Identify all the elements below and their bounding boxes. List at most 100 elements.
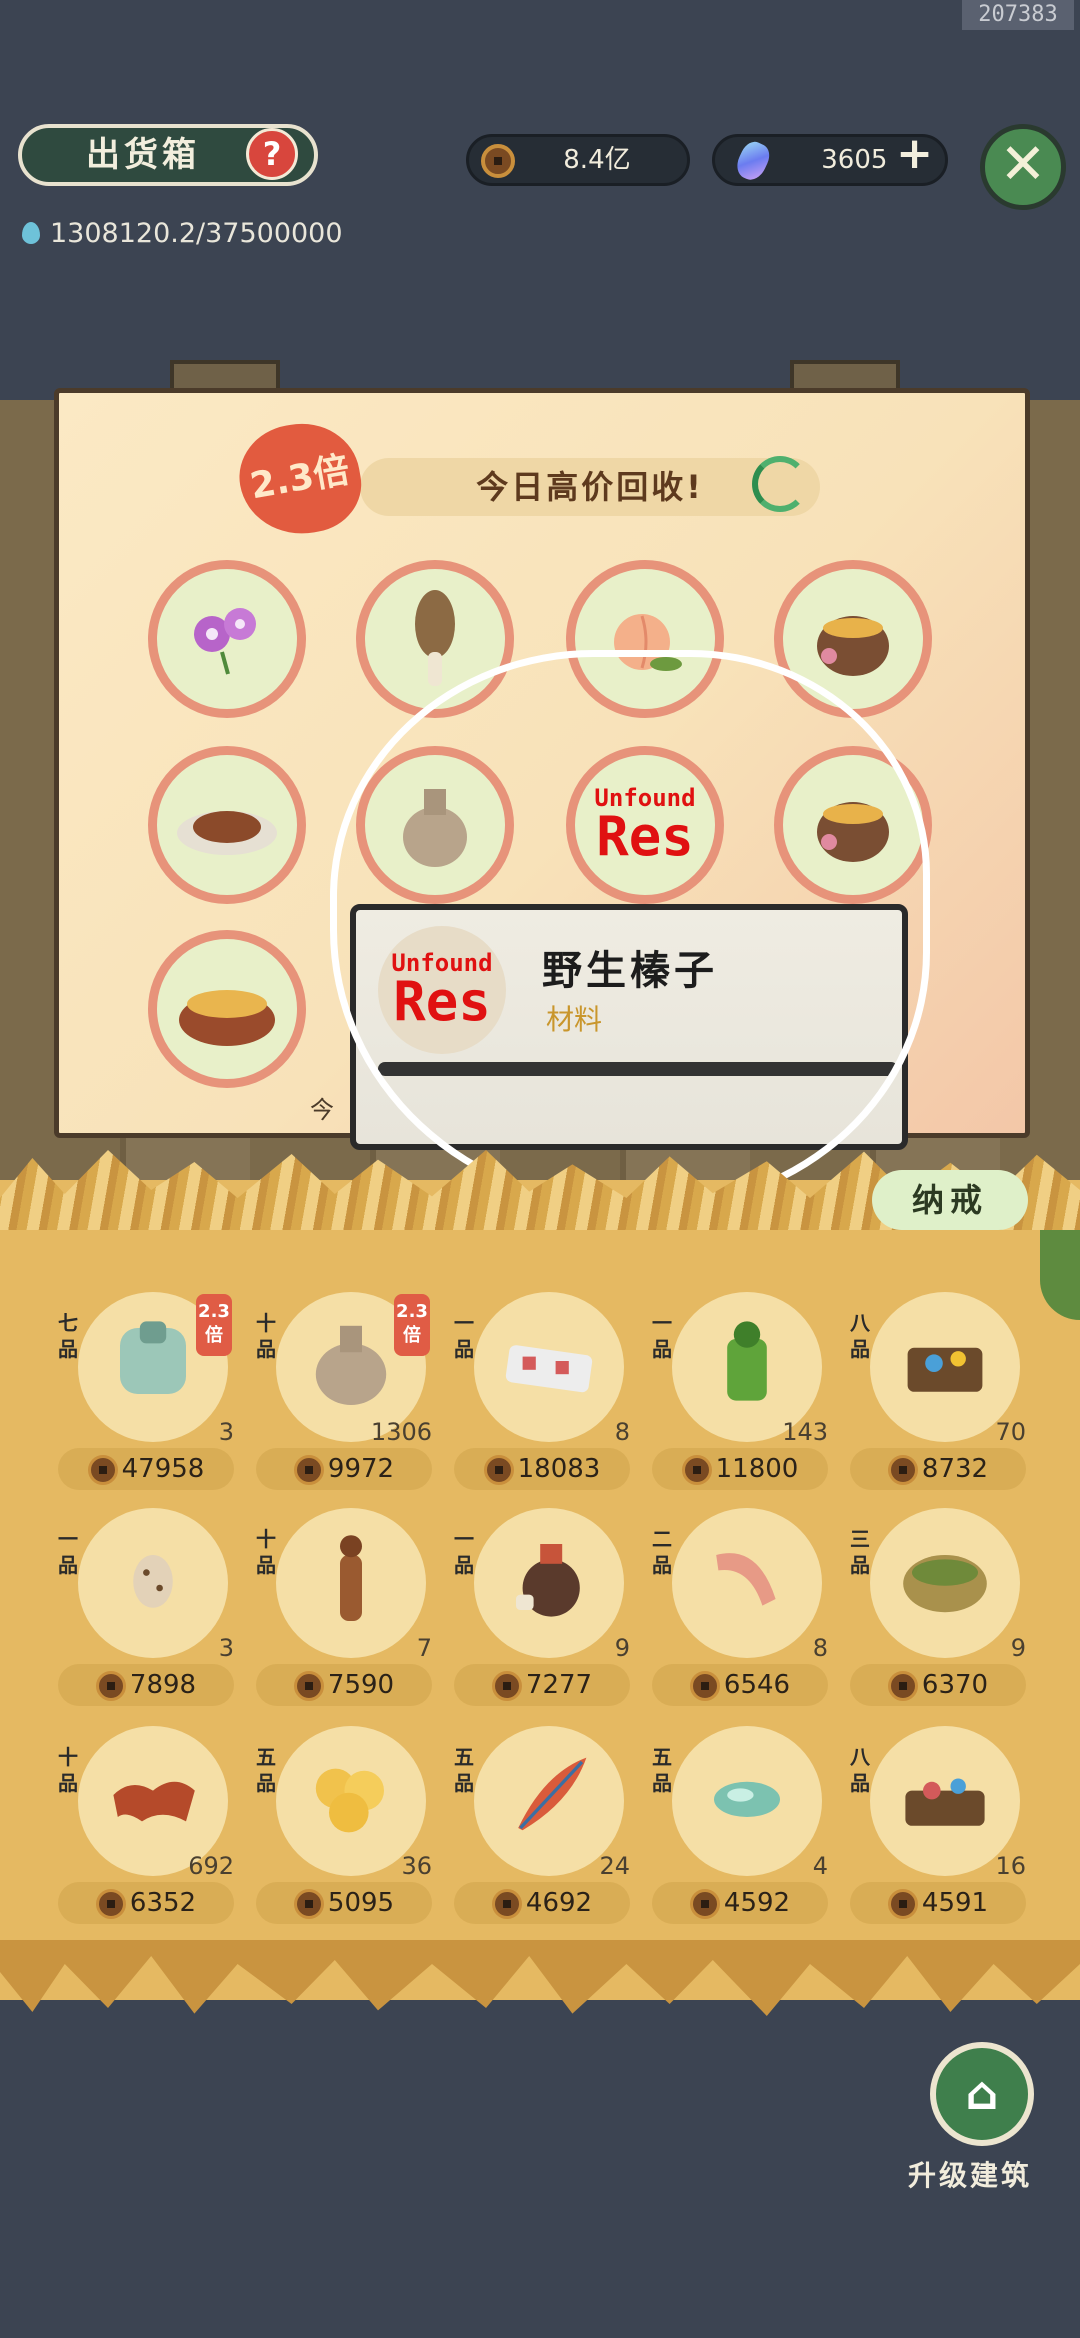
item-price-value: 7898	[129, 1670, 197, 1700]
item-count: 1306	[370, 1418, 432, 1446]
annotation-circle	[330, 650, 930, 1210]
item-grade: 五品	[256, 1745, 276, 1795]
upgrade-building-button[interactable]: ⌂	[930, 2042, 1034, 2146]
item-grade: 十品	[256, 1311, 276, 1361]
storage-item[interactable]: 三品 9 6370	[850, 1508, 1026, 1706]
item-price: 4692	[454, 1882, 630, 1924]
item-price-value: 6352	[129, 1888, 197, 1918]
storage-item-card: 八品 16	[850, 1726, 1026, 1880]
wanted-slot-casserole[interactable]	[148, 930, 306, 1088]
item-price: 9972	[256, 1448, 432, 1490]
item-count: 8	[812, 1634, 828, 1662]
herb-tray-icon	[905, 1778, 985, 1826]
storage-item-card: 二品 8	[652, 1508, 828, 1662]
item-price-value: 6370	[921, 1670, 989, 1700]
refresh-icon[interactable]	[752, 456, 808, 512]
house-up-icon: ⌂	[965, 2066, 999, 2120]
storage-item[interactable]: 一品 143 11800	[652, 1292, 828, 1490]
storage-item-card: 五品 4	[652, 1726, 828, 1880]
coin-icon	[293, 1454, 324, 1485]
coin-icon	[481, 143, 515, 178]
feather-icon	[518, 1757, 587, 1831]
nest-basket-icon	[903, 1555, 987, 1613]
storage-item[interactable]: 一品 3 7898	[58, 1508, 234, 1706]
item-grade: 一品	[454, 1527, 474, 1577]
item-grade: 一品	[652, 1311, 672, 1361]
wine-jar-icon	[516, 1544, 580, 1617]
braised-meat-icon	[177, 811, 277, 855]
item-price: 18083	[454, 1448, 630, 1490]
item-price-value: 7277	[525, 1670, 593, 1700]
coin-icon	[887, 1888, 918, 1919]
item-multiplier-badge: 2.3 倍	[196, 1294, 232, 1356]
item-count: 7	[416, 1634, 432, 1662]
storage-item[interactable]: 十品 7 7590	[256, 1508, 432, 1706]
item-grade: 一品	[454, 1311, 474, 1361]
item-price-value: 5095	[327, 1888, 395, 1918]
stew-pot-icon	[817, 616, 889, 676]
storage-item[interactable]: 五品 4 4592	[652, 1726, 828, 1924]
storage-item[interactable]: 一品 9 7277	[454, 1508, 630, 1706]
coin-icon	[293, 1888, 324, 1919]
coin-icon	[293, 1670, 324, 1701]
water-progress: 1308120.2/37500000	[22, 218, 343, 249]
item-grade: 五品	[652, 1745, 672, 1795]
wanted-slot-braised-meat[interactable]	[148, 746, 306, 904]
item-price: 6370	[850, 1664, 1026, 1706]
coin-icon	[95, 1670, 126, 1701]
coin-icon	[87, 1454, 118, 1485]
storage-item[interactable]: 十品 2.3 倍 1306 9972	[256, 1292, 432, 1490]
item-price: 4591	[850, 1882, 1026, 1924]
close-button[interactable]: ✕	[980, 124, 1066, 210]
cloth-icon	[113, 1781, 195, 1822]
question-mark-icon[interactable]: ?	[246, 128, 298, 180]
storage-item-card: 一品 9	[454, 1508, 630, 1662]
storage-item[interactable]: 二品 8 6546	[652, 1508, 828, 1706]
item-grade: 八品	[850, 1745, 870, 1795]
storage-item[interactable]: 十品 692 6352	[58, 1726, 234, 1924]
storage-item-card: 一品 8	[454, 1292, 630, 1446]
storage-item-card: 一品 3	[58, 1508, 234, 1662]
gem-amount: 3605	[821, 145, 888, 175]
storage-item-card: 一品 143	[652, 1292, 828, 1446]
item-price-value: 7590	[327, 1670, 395, 1700]
item-price-value: 47958	[121, 1454, 205, 1484]
item-price: 6352	[58, 1882, 234, 1924]
item-count: 3	[218, 1418, 234, 1446]
armor-icon	[120, 1321, 186, 1394]
storage-item-card: 十品 692	[58, 1726, 234, 1880]
horn-icon	[716, 1553, 776, 1606]
wanted-slot-flower[interactable]	[148, 560, 306, 718]
item-count: 692	[188, 1852, 234, 1880]
coin-icon	[483, 1454, 514, 1485]
item-count: 16	[995, 1852, 1026, 1880]
gem-counter: 3605 +	[712, 131, 948, 186]
item-count: 143	[782, 1418, 828, 1446]
item-count: 9	[614, 1634, 630, 1662]
storage-item[interactable]: 八品 70 8732	[850, 1292, 1026, 1490]
storage-item-card: 十品 2.3 倍 1306	[256, 1292, 432, 1446]
storage-item[interactable]: 五品 36 5095	[256, 1726, 432, 1924]
item-count: 70	[995, 1418, 1026, 1446]
storage-item[interactable]: 八品 16 4591	[850, 1726, 1026, 1924]
item-grade: 十品	[58, 1745, 78, 1795]
morning-glory-icon	[194, 608, 256, 675]
dough-buns-icon	[315, 1768, 384, 1833]
item-count: 9	[1010, 1634, 1026, 1662]
item-grade: 十品	[256, 1527, 276, 1577]
item-count: 24	[599, 1852, 630, 1880]
storage-item[interactable]: 五品 24 4692	[454, 1726, 630, 1924]
item-price-value: 4591	[921, 1888, 989, 1918]
item-count: 36	[401, 1852, 432, 1880]
gem-icon	[732, 137, 774, 184]
item-price-value: 6546	[723, 1670, 791, 1700]
add-gems-button[interactable]: +	[896, 131, 933, 177]
item-price: 7898	[58, 1664, 234, 1706]
storage-item[interactable]: 七品 2.3 倍 3 47958	[58, 1292, 234, 1490]
item-price-value: 18083	[517, 1454, 601, 1484]
storage-item[interactable]: 一品 8 18083	[454, 1292, 630, 1490]
figurine-icon	[340, 1535, 362, 1621]
daily-recycle-banner: 今日高价回收!	[360, 458, 820, 516]
water-drop-icon	[22, 222, 40, 244]
storage-ring-tag[interactable]: 纳戒	[872, 1170, 1028, 1230]
